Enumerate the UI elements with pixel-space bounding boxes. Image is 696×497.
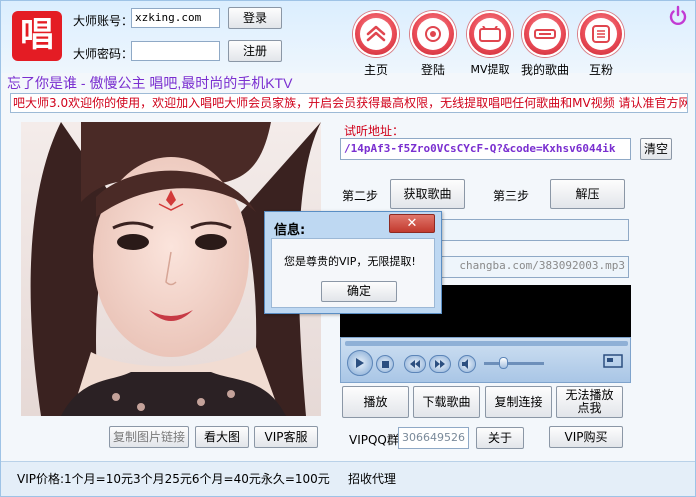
app-window: 唱 大师账号： xzking.com 登录 大师密码： 注册 主页 登陆 MV提…: [0, 0, 696, 497]
account-input[interactable]: xzking.com: [131, 8, 220, 28]
login-button[interactable]: 登录: [228, 7, 282, 29]
nav-login-label: 登陆: [420, 63, 445, 77]
announcement-marquee: 吧大师3.0欢迎你的使用，欢迎加入唱吧大师会员家族，开启会员获得最高权限，无线提…: [10, 93, 688, 113]
power-icon[interactable]: [666, 4, 690, 28]
app-logo: 唱: [12, 11, 62, 61]
home-icon: [353, 11, 399, 57]
trial-url-input[interactable]: /14pAf3-f5Zro0VCsCYcF-Q?&code=Kxhsv6044i…: [340, 138, 631, 160]
get-song-button[interactable]: 获取歌曲: [390, 179, 465, 209]
login-icon: [410, 11, 456, 57]
follow-icon: [578, 11, 624, 57]
agents-link[interactable]: 招收代理: [348, 470, 396, 487]
nav-home-label: 主页: [363, 63, 388, 77]
copy-link-button[interactable]: 复制连接: [485, 386, 552, 418]
nav-my-songs-label: 我的歌曲: [520, 63, 569, 77]
volume-slider[interactable]: [484, 362, 544, 365]
volume-slider-knob[interactable]: [499, 357, 509, 369]
unzip-button[interactable]: 解压: [550, 179, 625, 209]
trial-address-label: 试听地址：: [344, 124, 405, 138]
player-stop-button[interactable]: [376, 355, 394, 373]
player-play-button[interactable]: [347, 350, 373, 376]
player-next-button[interactable]: [429, 355, 451, 373]
password-input[interactable]: [131, 41, 220, 61]
dialog-message: 您是尊贵的VIP，无限提取!: [284, 255, 416, 268]
media-player-controls: [340, 337, 631, 383]
password-label: 大师密码：: [73, 47, 134, 61]
vip-service-button[interactable]: VIP客服: [254, 426, 318, 448]
nav-my-songs[interactable]: 我的歌曲: [517, 11, 573, 78]
dialog-body: 您是尊贵的VIP，无限提取! 确定: [271, 238, 435, 308]
vip-qq-field[interactable]: 306649526: [398, 427, 469, 449]
mv-extract-icon: [467, 11, 513, 57]
vip-buy-button[interactable]: VIP购买: [549, 426, 623, 448]
step2-label: 第二步: [342, 189, 379, 203]
player-prev-button[interactable]: [404, 355, 426, 373]
dialog-title: 信息:: [274, 223, 306, 238]
nav-home[interactable]: 主页: [348, 11, 404, 78]
nav-follow-label: 互粉: [588, 63, 613, 77]
dialog-ok-button[interactable]: 确定: [321, 281, 397, 302]
play-button[interactable]: 播放: [342, 386, 409, 418]
dialog-close-button[interactable]: ✕: [389, 214, 435, 233]
step3-label: 第三步: [493, 189, 530, 203]
about-button[interactable]: 关于: [476, 427, 524, 449]
nav-mv-extract-label: MV提取: [470, 63, 510, 76]
view-large-button[interactable]: 看大图: [195, 426, 249, 448]
cant-play-button[interactable]: 无法播放点我: [556, 386, 623, 418]
now-playing-slogan: 忘了你是谁 - 傲慢公主 唱吧,最时尚的手机KTV: [7, 75, 293, 91]
info-dialog: 信息: ✕ 您是尊贵的VIP，无限提取! 确定: [264, 211, 442, 314]
close-icon: ✕: [406, 216, 418, 231]
nav-follow[interactable]: 互粉: [573, 11, 629, 78]
clear-button[interactable]: 清空: [640, 138, 672, 160]
copy-image-link-button[interactable]: 复制图片链接: [109, 426, 189, 448]
register-button[interactable]: 注册: [228, 40, 282, 62]
download-song-button[interactable]: 下载歌曲: [413, 386, 480, 418]
volume-icon[interactable]: [458, 355, 476, 373]
vip-qq-label: VIPQQ群: [349, 433, 399, 447]
account-label: 大师账号：: [73, 14, 134, 28]
nav-login[interactable]: 登陆: [405, 11, 461, 78]
nav-mv-extract[interactable]: MV提取: [462, 11, 518, 77]
seek-bar[interactable]: [345, 341, 628, 346]
fullscreen-icon[interactable]: [603, 354, 623, 368]
my-songs-icon: [522, 11, 568, 57]
vip-price-text: VIP价格:1个月=10元3个月25元6个月=40元永久=100元: [17, 472, 330, 486]
